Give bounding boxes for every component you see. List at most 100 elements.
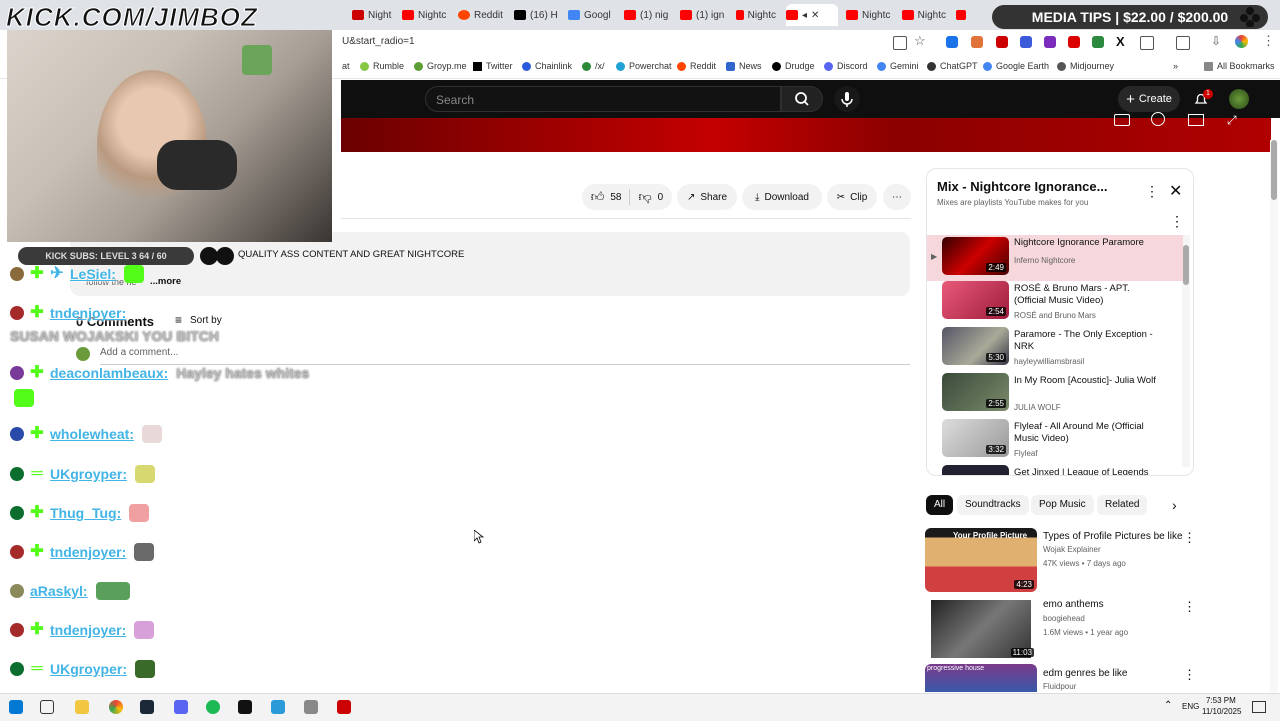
playlist-item[interactable]: Get Jinxed | League of Legends — [927, 465, 1183, 475]
bookmark[interactable]: ChatGPT — [927, 61, 978, 71]
chat-username[interactable]: Thug_Tug: — [50, 505, 121, 521]
voice-search-button[interactable] — [834, 86, 860, 112]
sort-button[interactable]: ≡ Sort by — [175, 313, 222, 327]
browser-tab[interactable]: Nightc — [736, 4, 776, 26]
recommendation-thumbnail[interactable]: Your Profile Picture 4:23 — [925, 528, 1037, 592]
extension-icon[interactable] — [1020, 36, 1032, 48]
share-button[interactable]: ↗ Share — [677, 184, 737, 210]
recommendation-channel[interactable]: Fluidpour — [1043, 682, 1076, 691]
playlist-item[interactable]: 3:32 Flyleaf - All Around Me (Official M… — [927, 419, 1183, 465]
browser-tab[interactable]: Googl — [568, 4, 614, 26]
recommendation-title[interactable]: Types of Profile Pictures be like — [1043, 530, 1193, 543]
more-icon[interactable]: ⋮ — [1183, 530, 1196, 546]
chip-pop-music[interactable]: Pop Music — [1031, 495, 1094, 515]
bookmark[interactable]: Powerchat — [616, 61, 672, 71]
chat-username[interactable]: UKgroyper: — [50, 466, 127, 482]
app-icon[interactable] — [337, 700, 351, 714]
playlist-scrollbar[interactable] — [1182, 235, 1190, 467]
recommendation-channel[interactable]: Wojak Explainer — [1043, 545, 1101, 554]
search-input[interactable]: Search — [425, 86, 781, 112]
bookmark[interactable]: /x/ — [582, 61, 605, 71]
bookmark[interactable]: News — [726, 61, 762, 71]
bookmark[interactable]: Discord — [824, 61, 868, 71]
theater-icon[interactable] — [1188, 114, 1204, 126]
address-bar[interactable]: U&start_radio=1 — [342, 36, 415, 47]
chrome-icon[interactable] — [109, 700, 123, 714]
notification-center-icon[interactable] — [1252, 701, 1266, 713]
browser-tab[interactable]: Nightc — [902, 4, 946, 26]
bookmark[interactable]: Twitter — [473, 61, 513, 71]
app-icon[interactable] — [238, 700, 252, 714]
more-icon[interactable]: ⋮ — [1183, 599, 1196, 615]
chat-username[interactable]: tndenjoyer: — [50, 622, 126, 638]
playlist-item[interactable]: ▶ 2:49 Nightcore Ignorance Paramore Infe… — [927, 235, 1183, 281]
bookmark[interactable]: Drudge — [772, 61, 815, 71]
bookmark[interactable]: Gemini — [877, 61, 919, 71]
extension-icon[interactable] — [971, 36, 983, 48]
create-button[interactable]: + Create — [1118, 86, 1180, 112]
chip-soundtracks[interactable]: Soundtracks — [957, 495, 1029, 515]
menu-icon[interactable]: ⋮ — [1262, 33, 1275, 49]
steam-icon[interactable] — [140, 700, 154, 714]
browser-tab[interactable]: Night — [352, 4, 392, 26]
bookmark[interactable]: Midjourney — [1057, 61, 1114, 71]
avatar[interactable] — [1229, 89, 1249, 109]
task-view-icon[interactable] — [40, 700, 54, 714]
bookmark[interactable]: Rumble — [360, 61, 404, 71]
sidepanel-icon[interactable] — [1176, 36, 1190, 50]
chat-username[interactable]: deaconlambeaux: — [50, 365, 168, 381]
chip-all[interactable]: All — [926, 495, 954, 515]
more-link[interactable]: ...more — [150, 276, 181, 287]
bookmark[interactable]: Groyp.me — [414, 61, 467, 71]
playlist-item[interactable]: 2:55 In My Room [Acoustic]- Julia Wolf J… — [927, 373, 1183, 419]
download-icon[interactable]: ⇩ — [1211, 34, 1221, 48]
browser-tab[interactable]: Nightc — [846, 4, 892, 26]
cast-icon[interactable] — [893, 36, 907, 50]
telegram-icon[interactable] — [271, 700, 285, 714]
playlist-options-icon[interactable]: ⋮ — [1170, 213, 1184, 230]
extension-icon[interactable] — [946, 36, 958, 48]
file-explorer-icon[interactable] — [75, 700, 89, 714]
dislike-button[interactable]: 👎︎ 0 — [630, 189, 663, 205]
extension-icon[interactable] — [1092, 36, 1104, 48]
bookmark[interactable]: at — [342, 61, 350, 71]
like-button[interactable]: 👍︎ 58 — [591, 189, 631, 205]
language-indicator[interactable]: ENG — [1182, 702, 1199, 711]
chat-username[interactable]: wholewheat: — [50, 426, 134, 442]
add-comment-input[interactable]: Add a comment... — [100, 347, 178, 358]
browser-tab[interactable]: (1) nig — [624, 4, 670, 26]
extension-icon[interactable] — [1044, 36, 1056, 48]
chat-username[interactable]: aRaskyl: — [30, 583, 88, 599]
recommendation-channel[interactable]: boogiehead — [1043, 614, 1085, 623]
tray-chevron-icon[interactable]: ⌃ — [1164, 700, 1172, 711]
browser-tab[interactable] — [956, 4, 970, 26]
browser-tab[interactable]: Nightc — [402, 4, 448, 26]
chevron-right-icon[interactable]: › — [1172, 497, 1177, 513]
spotify-icon[interactable] — [206, 700, 220, 714]
page-scrollbar[interactable] — [1270, 140, 1278, 693]
fullscreen-icon[interactable]: ⤢ — [1227, 113, 1237, 128]
chat-username[interactable]: tndenjoyer: — [50, 544, 126, 560]
extension-icon[interactable] — [996, 36, 1008, 48]
bookmarks-overflow-icon[interactable]: » — [1173, 61, 1178, 71]
settings-icon[interactable] — [1151, 112, 1165, 126]
recommendation-thumbnail[interactable]: 11:03 — [925, 598, 1037, 660]
download-button[interactable]: ⤓ Download — [742, 184, 822, 210]
app-icon[interactable] — [304, 700, 318, 714]
close-icon[interactable]: ✕ — [811, 10, 819, 21]
playlist-item[interactable]: 2:54 ROSÉ & Bruno Mars - APT. (Official … — [927, 281, 1183, 327]
close-icon[interactable]: ✕ — [1169, 181, 1182, 201]
clock-time[interactable]: 7:53 PM — [1206, 696, 1236, 705]
browser-tab-active[interactable]: ◂ ✕ — [786, 4, 838, 26]
puzzle-icon[interactable] — [1140, 36, 1154, 50]
browser-tab[interactable]: (16) H — [514, 4, 558, 26]
chip-related[interactable]: Related — [1097, 495, 1148, 515]
recommendation-title[interactable]: emo anthems — [1043, 598, 1193, 611]
miniplayer-icon[interactable] — [1114, 114, 1130, 126]
chat-username[interactable]: UKgroyper: — [50, 661, 127, 677]
chat-username[interactable]: tndenjoyer: — [50, 305, 126, 321]
recommendation-title[interactable]: edm genres be like — [1043, 667, 1193, 680]
bookmark[interactable]: Google Earth — [983, 61, 1049, 71]
discord-icon[interactable] — [174, 700, 188, 714]
search-button[interactable] — [781, 86, 823, 112]
